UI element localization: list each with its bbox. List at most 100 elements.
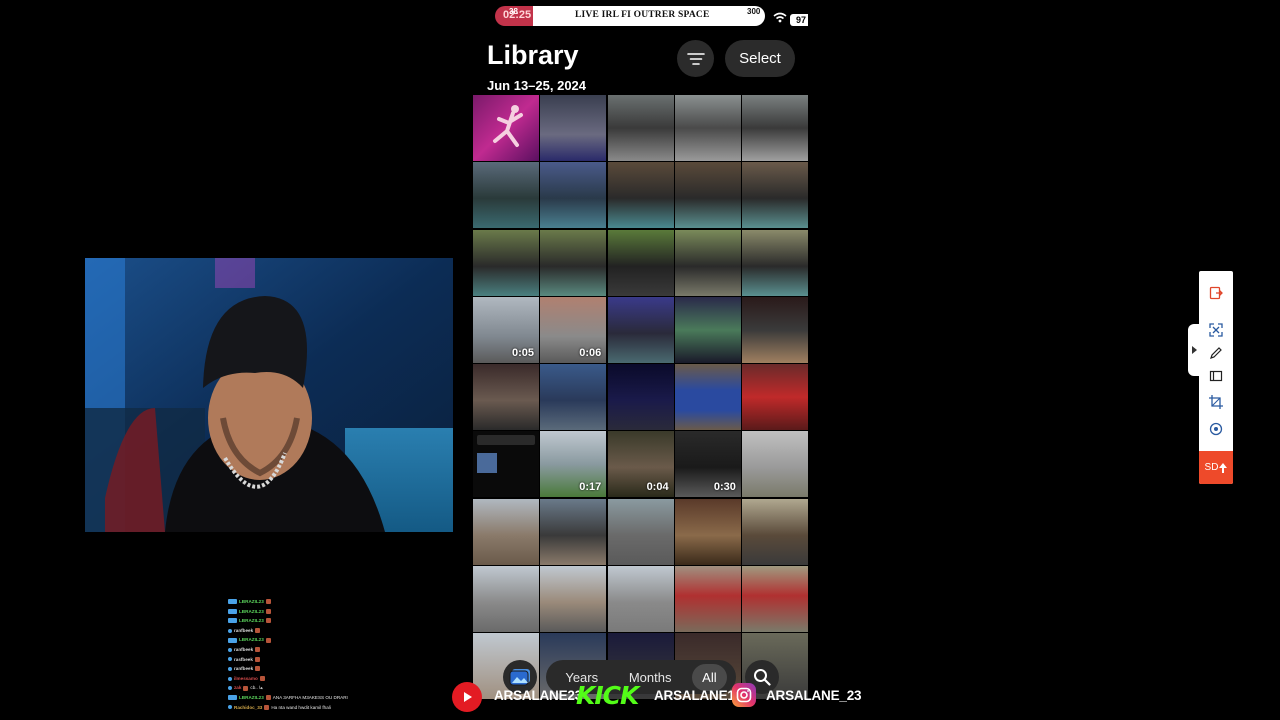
emote-icon — [243, 685, 249, 691]
video-thumbnail[interactable]: 0:17 — [540, 431, 607, 498]
chat-username: LBRAZIL23 — [239, 637, 264, 643]
kick-handle: ARSALANE1 — [654, 688, 735, 703]
user-badge-icon — [228, 647, 232, 652]
photo-thumbnail[interactable] — [607, 498, 674, 565]
video-thumbnail[interactable]: 0:04 — [607, 431, 674, 498]
user-badge-icon — [228, 608, 237, 614]
emote-icon — [265, 618, 271, 624]
chat-username: ranfbeek — [234, 646, 254, 652]
photo-thumbnail[interactable] — [742, 95, 808, 161]
user-badge-icon — [228, 657, 232, 662]
phone-screen: 02:25 38 LIVE IRL FI OUTRER SPACE 300 97… — [473, 0, 808, 720]
photo-thumbnail[interactable] — [540, 566, 607, 633]
video-duration: 0:05 — [511, 346, 534, 359]
emote-icon — [265, 695, 271, 701]
status-count: 38 — [509, 7, 518, 16]
photo-thumbnail[interactable] — [742, 296, 808, 363]
photo-thumbnail[interactable] — [742, 229, 808, 296]
chat-username: LBRAZIL23 — [239, 608, 264, 614]
video-duration: 0:06 — [579, 346, 602, 359]
chat-message: LBRAZIL23 — [228, 635, 358, 645]
select-button[interactable]: Select — [725, 40, 795, 77]
user-badge-icon — [228, 676, 232, 681]
record-icon[interactable] — [1206, 419, 1226, 439]
emote-icon — [259, 676, 265, 682]
chat-username: LBRAZIL23 — [239, 599, 264, 604]
photo-thumbnail[interactable] — [607, 566, 674, 633]
chat-message: LBRAZIL23 — [228, 607, 358, 617]
photo-thumbnail[interactable] — [674, 364, 741, 431]
chat-message: LBRAZIL23 — [228, 597, 358, 607]
emote-icon — [264, 704, 270, 710]
crop-icon[interactable] — [1206, 392, 1226, 412]
photo-thumbnail[interactable] — [540, 229, 607, 296]
battery-indicator: 97 — [790, 14, 808, 26]
photo-thumbnail[interactable] — [742, 431, 808, 498]
screen-tools-toolbar: SD — [1199, 271, 1233, 484]
photo-thumbnail[interactable] — [607, 296, 674, 363]
photo-thumbnail[interactable] — [473, 364, 539, 431]
user-badge-icon — [228, 618, 237, 624]
photo-thumbnail[interactable] — [540, 498, 607, 565]
photo-thumbnail[interactable] — [607, 95, 674, 161]
sd-quality-button[interactable]: SD — [1199, 451, 1233, 484]
user-badge-icon — [228, 686, 232, 691]
chat-message: Rachidoc_33 Ha nta wand hwdit kamil fhali — [228, 703, 358, 713]
user-badge-icon — [228, 637, 237, 643]
photo-thumbnail[interactable] — [607, 229, 674, 296]
chevron-right-icon — [1192, 346, 1197, 354]
stream-title: LIVE IRL FI OUTRER SPACE — [575, 10, 710, 20]
chat-text: Ha nta wand hwdit kamil fhali — [271, 704, 331, 710]
socials-bar: ARSALANE23 KICK ARSALANE1 ARSALANE_23 — [452, 680, 872, 712]
photo-thumbnail[interactable] — [540, 162, 607, 229]
photo-thumbnail[interactable] — [473, 162, 539, 229]
pen-icon[interactable] — [1206, 343, 1226, 363]
exit-icon[interactable] — [1206, 283, 1226, 303]
emote-icon — [265, 599, 271, 605]
photo-thumbnail[interactable] — [674, 498, 741, 565]
photo-thumbnail[interactable] — [742, 162, 808, 229]
photo-thumbnail[interactable] — [473, 566, 539, 633]
webcam-feed — [85, 258, 453, 532]
photo-thumbnail[interactable] — [473, 229, 539, 296]
photo-thumbnail[interactable] — [674, 229, 741, 296]
photo-thumbnail[interactable] — [674, 296, 741, 363]
photo-thumbnail[interactable] — [742, 566, 808, 633]
photo-thumbnail[interactable] — [473, 95, 539, 161]
chat-message: rasfbeek — [228, 655, 358, 665]
chat-username: LBRAZIL23 — [239, 694, 264, 700]
user-badge-icon — [228, 628, 232, 633]
chat-message: LBRAZIL23 ANA 3ARFHA M3AKESS OU DRARI — [228, 693, 358, 703]
sd-label: SD — [1204, 462, 1219, 473]
photo-thumbnail[interactable] — [607, 162, 674, 229]
photo-thumbnail[interactable] — [674, 162, 741, 229]
photo-thumbnail[interactable] — [540, 95, 607, 161]
instagram-handle: ARSALANE_23 — [766, 688, 862, 703]
emote-icon — [265, 637, 271, 643]
viewer-count: 300 — [747, 7, 761, 16]
photo-thumbnail[interactable] — [473, 498, 539, 565]
photo-thumbnail[interactable] — [674, 566, 741, 633]
photo-thumbnail[interactable] — [674, 95, 741, 161]
upload-arrow-icon — [1219, 462, 1228, 473]
chat-username: ranfbeek — [234, 627, 254, 633]
photo-thumbnail[interactable] — [607, 364, 674, 431]
instagram-icon — [732, 683, 756, 707]
wifi-icon — [773, 12, 787, 26]
video-thumbnail[interactable]: 0:06 — [540, 296, 607, 363]
emote-icon — [255, 647, 261, 653]
user-badge-icon — [228, 666, 232, 671]
photo-thumbnail[interactable] — [742, 498, 808, 565]
chat-username: ilmessamo — [234, 675, 258, 681]
chat-username: ranfbeek — [234, 666, 254, 672]
filter-button[interactable] — [677, 40, 714, 77]
screenshot-thumbnail[interactable] — [473, 431, 539, 498]
chat-message: LBRAZIL23 — [228, 616, 358, 626]
video-thumbnail[interactable]: 0:30 — [674, 431, 741, 498]
chat-username: rasfbeek — [234, 656, 253, 662]
video-thumbnail[interactable]: 0:05 — [473, 296, 539, 363]
fullscreen-icon[interactable] — [1206, 320, 1226, 340]
photo-thumbnail[interactable] — [742, 364, 808, 431]
window-icon[interactable] — [1206, 366, 1226, 386]
photo-thumbnail[interactable] — [540, 364, 607, 431]
